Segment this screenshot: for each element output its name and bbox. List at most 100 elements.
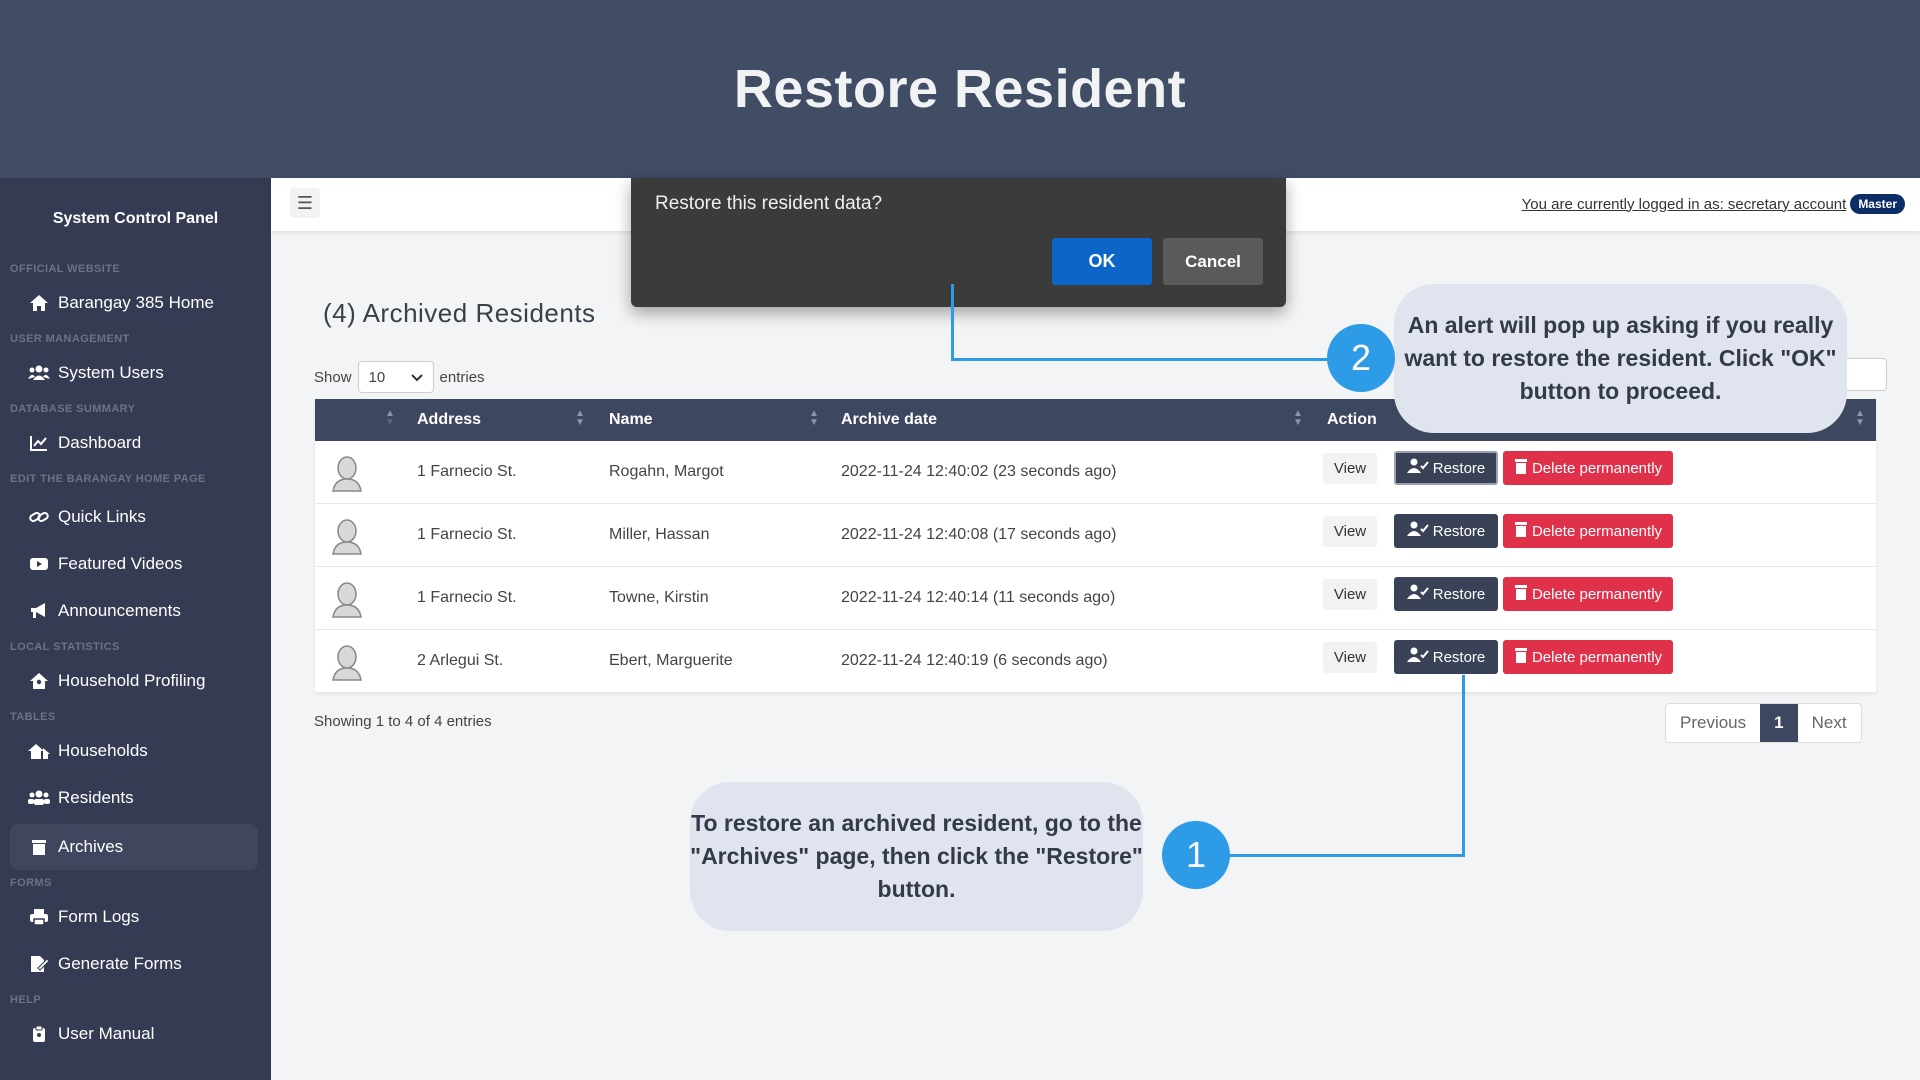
ok-button[interactable]: OK (1052, 238, 1152, 285)
pagination-page-1[interactable]: 1 (1760, 704, 1798, 742)
callout-step-1-text: To restore an archived resident, go to t… (690, 810, 1143, 902)
avatar-icon (327, 453, 367, 493)
view-button[interactable]: View (1323, 579, 1377, 610)
clipboard-icon (28, 1025, 50, 1043)
sidebar-item-user-manual[interactable]: User Manual (10, 1011, 258, 1057)
video-icon (28, 555, 50, 573)
restore-button[interactable]: Restore (1394, 640, 1498, 674)
logged-in-indicator[interactable]: You are currently logged in as: secretar… (1522, 194, 1905, 214)
sidebar-title: System Control Panel (52, 210, 219, 227)
section-tables: TABLES (10, 711, 56, 723)
avatar-icon (327, 516, 367, 556)
restore-button[interactable]: Restore (1394, 577, 1498, 611)
trash-icon (28, 838, 50, 856)
hamburger-menu-icon[interactable]: ☰ (290, 188, 320, 218)
delete-permanently-button[interactable]: Delete permanently (1503, 577, 1673, 611)
restore-button[interactable]: Restore (1394, 514, 1498, 548)
sort-icon[interactable]: ▲ ▼ (385, 409, 395, 428)
callout-1-connector-horizontal (1226, 854, 1465, 857)
logged-in-text[interactable]: You are currently logged in as: secretar… (1522, 196, 1847, 213)
entries-label: entries (439, 368, 485, 386)
delete-permanently-button[interactable]: Delete permanently (1503, 451, 1673, 485)
tutorial-banner: Restore Resident (0, 0, 1920, 178)
column-archive-date[interactable]: Archive date (841, 411, 937, 429)
role-badge: Master (1850, 194, 1905, 214)
cell-archive-date: 2022-11-24 12:40:19 (6 seconds ago) (841, 652, 1108, 669)
sidebar-item-generate-forms[interactable]: Generate Forms (10, 941, 258, 987)
view-button[interactable]: View (1323, 453, 1377, 484)
trash-icon (1514, 458, 1532, 478)
view-button[interactable]: View (1323, 642, 1377, 673)
entries-select[interactable]: 10 (357, 361, 434, 393)
banner-title: Restore Resident (733, 59, 1187, 119)
cell-address: 1 Farnecio St. (417, 589, 517, 606)
cancel-button[interactable]: Cancel (1163, 238, 1263, 285)
cell-name: Ebert, Marguerite (609, 652, 733, 669)
cell-archive-date: 2022-11-24 12:40:14 (11 seconds ago) (841, 589, 1116, 606)
sidebar: System Control Panel OFFICIAL WEBSITE Ba… (0, 178, 271, 1080)
dialog-message: Restore this resident data? (655, 193, 883, 214)
section-user-management: USER MANAGEMENT (10, 333, 130, 345)
cell-name: Rogahn, Margot (609, 463, 724, 480)
delete-permanently-button[interactable]: Delete permanently (1503, 640, 1673, 674)
column-name[interactable]: Name (609, 411, 653, 429)
sidebar-item-household-profiling[interactable]: Household Profiling (10, 658, 258, 704)
pagination: Previous 1 Next (1665, 703, 1862, 743)
users-icon (28, 364, 50, 382)
trash-icon (1514, 647, 1532, 667)
printer-icon (28, 908, 50, 926)
sidebar-item-dashboard[interactable]: Dashboard (10, 420, 258, 466)
table-row: 1 Farnecio St. Rogahn, Margot 2022-11-24… (315, 441, 1876, 504)
sidebar-item-form-logs[interactable]: Form Logs (10, 894, 258, 940)
sidebar-item-system-users[interactable]: System Users (10, 350, 258, 396)
chevron-down-icon (410, 369, 423, 386)
cell-address: 1 Farnecio St. (417, 463, 517, 480)
callout-2-connector-horizontal (951, 358, 1328, 361)
sidebar-item-households[interactable]: Households (10, 728, 258, 774)
step-1-marker: 1 (1162, 821, 1230, 889)
file-signature-icon (28, 955, 50, 973)
table-row: 2 Arlegui St. Ebert, Marguerite 2022-11-… (315, 630, 1876, 693)
callout-2-connector-vertical (951, 284, 954, 361)
step-2-marker: 2 (1327, 324, 1395, 392)
pagination-previous[interactable]: Previous (1666, 704, 1760, 742)
avatar-icon (327, 579, 367, 619)
section-official-website: OFFICIAL WEBSITE (10, 263, 121, 275)
cell-archive-date: 2022-11-24 12:40:08 (17 seconds ago) (841, 526, 1117, 543)
pagination-next[interactable]: Next (1798, 704, 1861, 742)
user-check-icon (1406, 647, 1433, 667)
section-forms: FORMS (10, 877, 52, 889)
table-row: 1 Farnecio St. Miller, Hassan 2022-11-24… (315, 504, 1876, 567)
people-group-icon (28, 789, 50, 807)
sidebar-item-archives[interactable]: Archives (10, 824, 258, 870)
table-info: Showing 1 to 4 of 4 entries (314, 713, 492, 730)
search-input[interactable] (1841, 358, 1887, 391)
callout-step-1: To restore an archived resident, go to t… (690, 782, 1143, 931)
sidebar-item-quick-links[interactable]: Quick Links (10, 494, 258, 540)
sort-icon[interactable]: ▲ ▼ (1855, 409, 1865, 428)
user-check-icon (1406, 458, 1433, 478)
delete-permanently-button[interactable]: Delete permanently (1503, 514, 1673, 548)
sort-icon[interactable]: ▲ ▼ (1293, 409, 1303, 428)
section-local-statistics: LOCAL STATISTICS (10, 641, 120, 653)
restore-button[interactable]: Restore (1394, 451, 1498, 485)
cell-archive-date: 2022-11-24 12:40:02 (23 seconds ago) (841, 463, 1117, 480)
sort-icon[interactable]: ▲ ▼ (809, 409, 819, 428)
trash-icon (1514, 521, 1532, 541)
cell-address: 1 Farnecio St. (417, 526, 517, 543)
user-check-icon (1406, 584, 1433, 604)
sidebar-item-home[interactable]: Barangay 385 Home (10, 280, 258, 326)
sidebar-item-announcements[interactable]: Announcements (10, 588, 258, 634)
column-address[interactable]: Address (417, 411, 481, 429)
chart-line-icon (28, 434, 50, 452)
sidebar-item-featured-videos[interactable]: Featured Videos (10, 541, 258, 587)
callout-step-2-text: An alert will pop up asking if you reall… (1404, 312, 1837, 404)
view-button[interactable]: View (1323, 516, 1377, 547)
archived-residents-table: ▲ ▼ Address ▲ ▼ Name ▲ ▼ Archive date ▲ ▼ Ac… (315, 399, 1876, 693)
sidebar-item-residents[interactable]: Residents (10, 775, 258, 821)
page-title: (4) Archived Residents (323, 298, 596, 328)
table-row: 1 Farnecio St. Towne, Kirstin 2022-11-24… (315, 567, 1876, 630)
entries-length-control: Show 10 entries (314, 361, 485, 393)
callout-1-connector-vertical (1462, 675, 1465, 857)
sort-icon[interactable]: ▲ ▼ (575, 409, 585, 428)
